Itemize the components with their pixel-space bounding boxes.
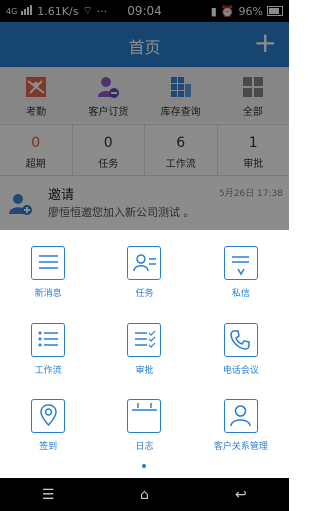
action-label: 电话会议 <box>222 365 259 376</box>
page-indicator-dot <box>142 464 146 468</box>
system-nav-bar: ☰ ⌂ ↩ <box>0 478 289 511</box>
menu-icon[interactable]: ☰ <box>0 478 96 511</box>
approval-icon <box>127 322 162 357</box>
calendar-log-icon <box>127 399 162 434</box>
action-workflow[interactable]: 工作流 <box>0 307 96 384</box>
action-label: 任务 <box>135 289 154 299</box>
phone-icon <box>223 322 258 357</box>
private-message-icon <box>223 246 258 280</box>
action-label: 日志 <box>135 442 154 453</box>
workflow-icon <box>31 322 66 357</box>
action-task[interactable]: 任务 <box>96 230 192 307</box>
action-crm[interactable]: 客户关系管理 <box>193 383 289 460</box>
action-label: 工作流 <box>34 365 62 376</box>
action-new-message[interactable]: 新消息 <box>0 230 96 307</box>
action-approval[interactable]: 审批 <box>96 307 192 384</box>
action-panel: 新消息 任务 私信 工作流 审批 电话会议 签到 日志 客户关系管理 <box>0 230 289 478</box>
task-icon <box>127 246 162 280</box>
dim-overlay[interactable] <box>0 0 289 230</box>
action-checkin[interactable]: 签到 <box>0 383 96 460</box>
message-icon <box>31 246 66 280</box>
checkin-location-icon <box>31 399 66 434</box>
action-label: 私信 <box>231 289 250 299</box>
home-icon[interactable]: ⌂ <box>96 478 192 511</box>
action-private-message[interactable]: 私信 <box>193 230 289 307</box>
crm-person-icon <box>223 399 258 434</box>
action-label: 新消息 <box>34 289 62 299</box>
action-label: 审批 <box>135 365 154 376</box>
back-icon[interactable]: ↩ <box>193 478 289 511</box>
action-log[interactable]: 日志 <box>96 383 192 460</box>
action-grid: 新消息 任务 私信 工作流 审批 电话会议 签到 日志 客户关系管理 <box>0 230 289 460</box>
action-label: 客户关系管理 <box>213 442 268 453</box>
action-label: 签到 <box>39 442 58 453</box>
action-conference-call[interactable]: 电话会议 <box>193 307 289 384</box>
